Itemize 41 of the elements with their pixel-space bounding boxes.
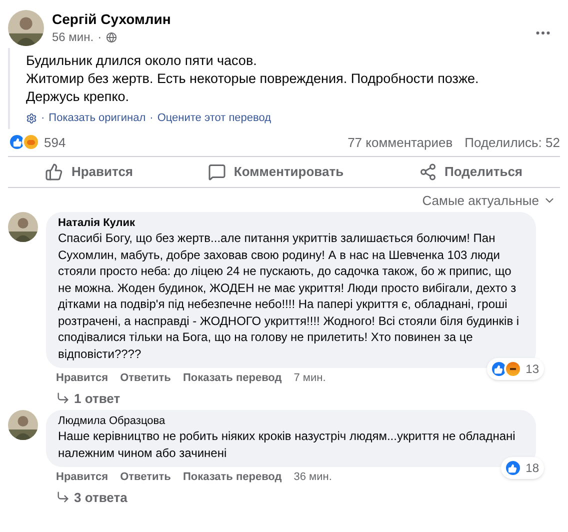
post-action-button[interactable]: Нравится	[33, 158, 146, 186]
like-icon	[45, 162, 64, 181]
comment-action-link[interactable]: Показать перевод	[182, 469, 282, 486]
avatar[interactable]	[8, 10, 44, 46]
gear-icon	[26, 112, 37, 124]
speech-bubble-icon	[208, 162, 226, 181]
separator-dot: ·	[41, 111, 45, 126]
reaction-summary[interactable]: 18	[500, 457, 544, 479]
post-text: Держусь крепко.	[26, 88, 130, 106]
post-text: Будильник длился около пяти часов.	[26, 52, 258, 70]
comment-action-link[interactable]: Нравится	[56, 370, 108, 386]
commenter-name[interactable]: Людмила Образцова	[58, 414, 524, 428]
avatar[interactable]	[8, 212, 38, 242]
share-icon	[418, 162, 436, 181]
comment-action-link[interactable]: Показать перевод	[182, 370, 282, 386]
replies-link[interactable]: 3 ответа	[74, 488, 128, 507]
translation-link[interactable]: Оцените этот перевод	[157, 110, 272, 126]
reply-arrow-icon	[56, 391, 70, 406]
sort-dropdown[interactable]: Самые актуальные	[422, 190, 556, 210]
separator-dot: ·	[150, 111, 154, 126]
comment-action-link[interactable]: Ответить	[120, 469, 171, 486]
shares-count[interactable]: Поделились: 52	[464, 132, 560, 152]
reply-arrow-icon	[56, 490, 70, 504]
post-time[interactable]: 56 мин.	[52, 28, 94, 46]
separator-dot: ·	[98, 29, 102, 46]
comment-time: 36 мин.	[294, 470, 332, 485]
comment-action-link[interactable]: Нравится	[56, 469, 108, 486]
translation-link[interactable]: Показать оригинал	[48, 110, 146, 126]
replies-link[interactable]: 1 ответ	[74, 388, 120, 408]
avatar[interactable]	[8, 410, 38, 440]
commenter-name[interactable]: Наталія Кулик	[58, 216, 524, 230]
comments-count[interactable]: 77 комментариев	[348, 132, 453, 152]
reaction-count[interactable]: 594	[44, 132, 66, 152]
post-action-button[interactable]: Комментировать	[196, 158, 356, 186]
post-action-button[interactable]: Поделиться	[406, 158, 535, 186]
comment-action-link[interactable]: Ответить	[120, 370, 171, 386]
comment-time: 7 мин.	[294, 371, 326, 386]
author-name[interactable]: Сергій Сухомлин	[52, 10, 171, 28]
reaction-summary[interactable]: 13	[486, 358, 544, 380]
globe-icon	[106, 32, 117, 42]
post-text: Житомир без жертв. Есть некоторые повреждения. Подробности позже.	[26, 70, 480, 88]
